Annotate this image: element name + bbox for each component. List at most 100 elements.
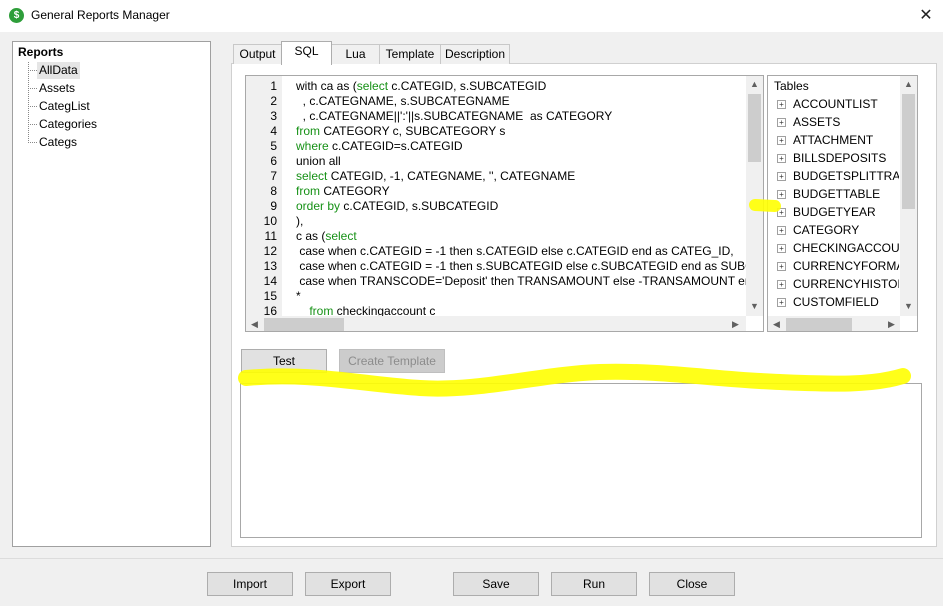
tree-item-categs[interactable]: Categs (37, 134, 79, 151)
sql-keyword: order by (296, 199, 341, 213)
scroll-left-icon[interactable]: ◀ (768, 316, 785, 331)
expand-plus-icon[interactable]: + (777, 172, 786, 181)
reports-tree[interactable]: Reports AllData Assets CategList Categor… (12, 41, 211, 547)
scroll-up-icon[interactable]: ▲ (900, 76, 917, 93)
code-line: case when c.CATEGID = -1 then s.SUBCATEG… (296, 259, 764, 273)
run-button[interactable]: Run (551, 572, 637, 596)
line-number: 7 (270, 169, 277, 183)
scroll-thumb[interactable] (748, 94, 761, 162)
line-number: 8 (270, 184, 277, 198)
scroll-thumb[interactable] (902, 94, 915, 209)
table-item[interactable]: CURRENCYFORMATS (793, 259, 899, 273)
tree-root-reports[interactable]: Reports (18, 45, 63, 59)
expand-plus-icon[interactable]: + (777, 244, 786, 253)
scroll-thumb[interactable] (786, 318, 852, 331)
code-line: from CATEGORY (296, 184, 390, 198)
code-text: CATEGORY c, SUBCATEGORY s (320, 124, 506, 138)
code-line: where c.CATEGID=s.CATEGID (296, 139, 463, 153)
scroll-left-icon[interactable]: ◀ (246, 316, 263, 331)
code-line: select CATEGID, -1, CATEGNAME, '', CATEG… (296, 169, 575, 183)
tables-header: Tables (774, 79, 809, 93)
expand-plus-icon[interactable]: + (777, 136, 786, 145)
tree-connector (28, 124, 37, 125)
editor-horizontal-scrollbar[interactable]: ◀ ▶ (246, 316, 746, 331)
expand-plus-icon[interactable]: + (777, 280, 786, 289)
table-item[interactable]: BUDGETSPLITTRANSACTIONS (793, 169, 899, 183)
code-text: with ca as ( (296, 79, 357, 93)
table-item[interactable]: CUSTOMFIELD (793, 295, 899, 309)
scroll-right-icon[interactable]: ▶ (727, 316, 744, 331)
editor-vertical-scrollbar[interactable]: ▲ ▼ (746, 76, 763, 316)
code-line: ), (296, 214, 303, 228)
table-item[interactable]: ACCOUNTLIST (793, 97, 899, 111)
scroll-down-icon[interactable]: ▼ (900, 298, 917, 315)
line-number: 6 (270, 154, 277, 168)
sql-keyword: where (296, 139, 329, 153)
table-item[interactable]: CURRENCYHISTORY (793, 277, 899, 291)
tree-item-categories[interactable]: Categories (37, 116, 99, 133)
tree-connector (28, 88, 37, 89)
code-line: * (296, 289, 301, 303)
tab-lua[interactable]: Lua (331, 44, 380, 64)
expand-plus-icon[interactable]: + (777, 262, 786, 271)
sql-editor[interactable]: 1 2 3 4 5 6 7 8 9 10 11 12 13 14 15 16 with ca as ( sele… (245, 75, 764, 332)
expand-plus-icon[interactable]: + (777, 208, 786, 217)
code-text: CATEGORY (320, 184, 390, 198)
code-line: order by c.CATEGID, s.SUBCATEGID (296, 199, 498, 213)
line-number-gutter: 1 2 3 4 5 6 7 8 9 10 11 12 13 14 15 16 (246, 76, 282, 318)
expand-plus-icon[interactable]: + (777, 154, 786, 163)
tree-item-assets[interactable]: Assets (37, 80, 77, 97)
line-number: 9 (270, 199, 277, 213)
table-item[interactable]: ASSETS (793, 115, 899, 129)
expand-plus-icon[interactable]: + (777, 190, 786, 199)
scroll-down-icon[interactable]: ▼ (746, 298, 763, 315)
code-text: , c.CATEGNAME||':'||s.SUBCATEGNAME as CA… (296, 109, 613, 123)
code-text: ), (296, 214, 304, 228)
scroll-right-icon[interactable]: ▶ (883, 316, 900, 331)
code-text: case when c.CATEGID = -1 then s.SUBCATEG… (296, 259, 764, 273)
save-button[interactable]: Save (453, 572, 539, 596)
code-text: case when TRANSCODE='Deposit' then TRANS… (296, 274, 759, 288)
code-text: c.CATEGID, s.SUBCATEGID (388, 79, 547, 93)
tree-connector (28, 106, 37, 107)
code-line: union all (296, 154, 341, 168)
title-bar: $ General Reports Manager ✕ (0, 0, 943, 32)
line-number: 3 (270, 109, 277, 123)
close-button[interactable]: Close (649, 572, 735, 596)
code-text: c as ( (296, 229, 326, 243)
import-button[interactable]: Import (207, 572, 293, 596)
code-text: c.CATEGID=s.CATEGID (328, 139, 463, 153)
table-item[interactable]: BUDGETTABLE (793, 187, 899, 201)
tables-list[interactable]: Tables + ACCOUNTLIST + ASSETS + ATTACHMENT + BI… (767, 75, 918, 332)
create-template-button[interactable]: Create Template (339, 349, 445, 373)
test-output-area[interactable] (240, 383, 922, 538)
tables-horizontal-scrollbar[interactable]: ◀ ▶ (768, 316, 900, 331)
tree-connector (28, 142, 37, 143)
close-window-icon[interactable]: ✕ (912, 2, 940, 30)
tab-output[interactable]: Output (233, 44, 282, 64)
export-button[interactable]: Export (305, 572, 391, 596)
line-number: 15 (263, 289, 277, 303)
tree-item-categlist[interactable]: CategList (37, 98, 92, 115)
code-line: case when TRANSCODE='Deposit' then TRANS… (296, 274, 758, 288)
table-item[interactable]: BUDGETYEAR (793, 205, 899, 219)
expand-plus-icon[interactable]: + (777, 226, 786, 235)
expand-plus-icon[interactable]: + (777, 298, 786, 307)
expand-plus-icon[interactable]: + (777, 100, 786, 109)
sql-keyword: select (325, 229, 357, 243)
tab-template[interactable]: Template (379, 44, 441, 64)
test-button[interactable]: Test (241, 349, 327, 373)
table-item[interactable]: CHECKINGACCOUNT (793, 241, 899, 255)
expand-plus-icon[interactable]: + (777, 118, 786, 127)
tree-item-alldata[interactable]: AllData (37, 62, 80, 79)
table-item[interactable]: CATEGORY (793, 223, 899, 237)
table-item[interactable]: BILLSDEPOSITS (793, 151, 899, 165)
line-number: 13 (263, 259, 277, 273)
table-item[interactable]: ATTACHMENT (793, 133, 899, 147)
tab-description[interactable]: Description (440, 44, 510, 64)
tables-vertical-scrollbar[interactable]: ▲ ▼ (900, 76, 917, 316)
scroll-up-icon[interactable]: ▲ (746, 76, 763, 93)
code-text: union all (296, 154, 341, 168)
tab-sql[interactable]: SQL (281, 41, 332, 65)
scroll-thumb[interactable] (264, 318, 344, 331)
